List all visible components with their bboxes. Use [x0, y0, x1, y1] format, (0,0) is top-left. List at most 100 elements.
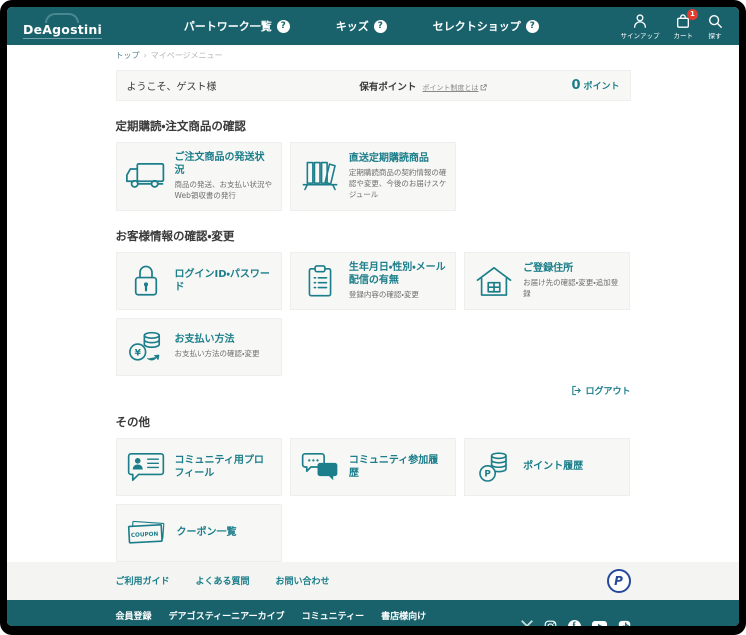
card-coupon-list[interactable]: COUPON クーポン一覧: [116, 504, 282, 562]
footer-bookstore-link[interactable]: 書店様向け: [381, 609, 426, 622]
footer-contact-link[interactable]: お問い合わせ: [276, 574, 330, 587]
help-icon[interactable]: ?: [526, 20, 539, 33]
youtube-icon[interactable]: [592, 620, 607, 626]
chat-bubbles-icon: [299, 452, 341, 482]
card-desc: お届け先の確認・変更・追加登録: [523, 278, 621, 300]
card-birthdate-gender-mail[interactable]: 生年月日・性別・メール配信の有無 登録内容の確認・変更: [290, 252, 456, 310]
tiktok-icon[interactable]: [618, 620, 631, 626]
lock-icon: [125, 263, 167, 299]
svg-text:¥: ¥: [134, 348, 141, 358]
points-group: 保有ポイント ポイント制度とは: [359, 79, 487, 93]
user-icon: [632, 13, 648, 29]
footer-main: 会員登録 デアゴスティーニアーカイブ コミュニティー 書店様向け ご利用規約 個…: [7, 600, 739, 626]
footer-community-link[interactable]: コミュニティー: [302, 609, 364, 622]
card-desc: 商品の発送、お支払い状況やWeb領収書の発行: [175, 180, 273, 202]
card-title: ご登録住所: [523, 262, 621, 275]
card-text: コミュニティ参加履歴: [349, 454, 447, 480]
card-text: ログインID・パスワード: [175, 268, 273, 294]
card-row: ご注文商品の発送状況 商品の発送、お支払い状況やWeb領収書の発行 直送定期購読…: [116, 142, 631, 211]
header-actions: サインアップ 1 カート 探す: [620, 13, 723, 40]
card-community-profile[interactable]: コミュニティ用プロフィール: [116, 438, 282, 496]
nav-select-shop[interactable]: セレクトショップ ?: [433, 18, 539, 34]
books-shelf-icon: [299, 160, 341, 192]
social-links: f: [521, 620, 631, 626]
points-system-link[interactable]: ポイント制度とは: [422, 83, 487, 93]
nav-label: セレクトショップ: [433, 18, 521, 34]
signup-button[interactable]: サインアップ: [620, 13, 659, 40]
nav-kids[interactable]: キッズ ?: [336, 18, 387, 34]
card-text: コミュニティ用プロフィール: [175, 454, 273, 480]
x-twitter-icon[interactable]: [521, 620, 533, 626]
card-text: ポイント履歴: [523, 460, 583, 473]
card-title: 直送定期購読商品: [349, 152, 447, 165]
external-link-icon: [480, 84, 487, 91]
footer-archive-link[interactable]: デアゴスティーニアーカイブ: [169, 609, 285, 622]
card-title: クーポン一覧: [177, 526, 237, 539]
facebook-icon[interactable]: f: [568, 620, 581, 626]
main-content: トップ › マイページメニュー ようこそ、ゲスト様 保有ポイント ポイント制度と…: [116, 45, 631, 562]
house-icon: [473, 265, 515, 297]
card-point-history[interactable]: P ポイント履歴: [464, 438, 630, 496]
card-title: お支払い方法: [175, 333, 260, 346]
clipboard-icon: [299, 264, 341, 298]
privacy-mark-icon[interactable]: P: [607, 569, 631, 593]
points-link-label: ポイント制度とは: [422, 83, 478, 93]
greeting-text: ようこそ、ゲスト様: [127, 78, 217, 93]
window-frame: DeAgostini パートワーク一覧 ? キッズ ? セレクトショップ ? サ…: [0, 0, 746, 635]
welcome-bar: ようこそ、ゲスト様 保有ポイント ポイント制度とは 0 ポイント: [116, 70, 631, 101]
payment-yen-icon: ¥: [125, 330, 167, 364]
points-unit: ポイント: [583, 79, 619, 92]
logout-icon: [571, 385, 582, 396]
breadcrumb: トップ › マイページメニュー: [116, 50, 631, 61]
card-payment-method[interactable]: ¥ お支払い方法 お支払い方法の確認・変更: [116, 318, 282, 376]
card-login-id-password[interactable]: ログインID・パスワード: [116, 252, 282, 310]
footer-utility: ご利用ガイド よくある質問 お問い合わせ P: [7, 562, 739, 600]
help-icon[interactable]: ?: [374, 20, 387, 33]
help-icon[interactable]: ?: [277, 20, 290, 33]
card-text: 直送定期購読商品 定期購読商品の契約情報の確認や変更、今後のお届けスケジュール: [349, 152, 447, 201]
card-row: ログインID・パスワード 生年月日・性別・メール配信の有無 登録内容の確認・変更: [116, 252, 631, 376]
card-text: ご注文商品の発送状況 商品の発送、お支払い状況やWeb領収書の発行: [175, 151, 273, 202]
page: DeAgostini パートワーク一覧 ? キッズ ? セレクトショップ ? サ…: [7, 7, 739, 626]
point-coins-icon: P: [473, 450, 515, 484]
footer-guide-link[interactable]: ご利用ガイド: [116, 574, 170, 587]
card-title: コミュニティ用プロフィール: [175, 454, 273, 480]
global-header: DeAgostini パートワーク一覧 ? キッズ ? セレクトショップ ? サ…: [7, 7, 739, 45]
card-row: コミュニティ用プロフィール コミュニティ参加履歴: [116, 438, 631, 562]
nav-label: パートワーク一覧: [184, 18, 272, 34]
points-number: 0: [571, 78, 580, 93]
cart-button[interactable]: 1 カート: [673, 13, 693, 40]
card-title: ログインID・パスワード: [175, 268, 273, 294]
card-direct-subscription[interactable]: 直送定期購読商品 定期購読商品の契約情報の確認や変更、今後のお届けスケジュール: [290, 142, 456, 211]
instagram-icon[interactable]: [544, 620, 557, 626]
nav-partwork-list[interactable]: パートワーク一覧 ?: [184, 18, 290, 34]
card-registered-address[interactable]: ご登録住所 お届け先の確認・変更・追加登録: [464, 252, 630, 310]
footer-member-registration-link[interactable]: 会員登録: [116, 609, 152, 622]
logout-link[interactable]: ログアウト: [571, 384, 630, 397]
footer-faq-link[interactable]: よくある質問: [196, 574, 250, 587]
deagostini-logo[interactable]: DeAgostini: [23, 13, 102, 39]
card-community-history[interactable]: コミュニティ参加履歴: [290, 438, 456, 496]
section-heading-subscriptions: 定期購読・注文商品の確認: [116, 118, 631, 134]
card-text: ご登録住所 お届け先の確認・変更・追加登録: [523, 262, 621, 300]
breadcrumb-home-link[interactable]: トップ: [116, 50, 140, 61]
breadcrumb-separator: ›: [144, 51, 147, 60]
coupon-icon: COUPON: [125, 519, 169, 547]
card-desc: 登録内容の確認・変更: [349, 290, 447, 301]
card-text: クーポン一覧: [177, 526, 237, 539]
points-value: 0 ポイント: [571, 78, 619, 93]
card-title: ポイント履歴: [523, 460, 583, 473]
section-heading-customer-info: お客様情報の確認・変更: [116, 228, 631, 244]
card-order-shipping-status[interactable]: ご注文商品の発送状況 商品の発送、お支払い状況やWeb領収書の発行: [116, 142, 282, 211]
card-text: お支払い方法 お支払い方法の確認・変更: [175, 333, 260, 360]
points-label: 保有ポイント: [359, 79, 416, 93]
signup-label: サインアップ: [620, 30, 659, 40]
search-label: 探す: [708, 30, 721, 40]
card-desc: 定期購読商品の契約情報の確認や変更、今後のお届けスケジュール: [349, 168, 447, 201]
logout-row: ログアウト: [116, 384, 631, 397]
logo-text: DeAgostini: [23, 24, 102, 39]
search-button[interactable]: 探す: [707, 13, 723, 40]
cart-label: カート: [673, 30, 693, 40]
card-title: 生年月日・性別・メール配信の有無: [349, 261, 447, 287]
truck-icon: [125, 161, 167, 191]
